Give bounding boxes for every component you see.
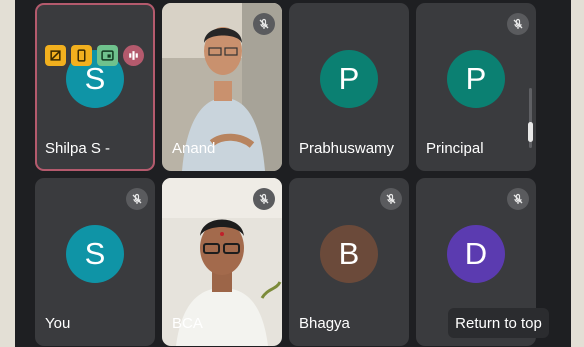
avatar: P — [320, 50, 378, 108]
participant-tile-prabhuswamy[interactable]: P Prabhuswamy — [289, 3, 409, 171]
host-controls-icon[interactable] — [45, 45, 66, 66]
cast-icon[interactable] — [97, 45, 118, 66]
mic-off-icon — [126, 188, 148, 210]
return-to-top-button[interactable]: Return to top — [448, 308, 549, 338]
avatar: P — [447, 50, 505, 108]
participant-name: You — [45, 315, 71, 332]
avatar: S — [66, 225, 124, 283]
participant-name: Bhagya — [299, 315, 350, 332]
participant-tile-anand[interactable]: Anand — [162, 3, 282, 171]
meeting-window: S Shilpa S - Anand P Prabhuswamy P Princ… — [15, 0, 571, 347]
participant-name: Prabhuswamy — [299, 140, 395, 157]
participant-name: Shilpa S - — [45, 140, 111, 157]
participant-tile-shilpa[interactable]: S Shilpa S - — [35, 3, 155, 171]
participant-tile-you[interactable]: S You — [35, 178, 155, 346]
avatar: D — [447, 225, 505, 283]
participant-tile-bhagya[interactable]: B Bhagya — [289, 178, 409, 346]
audio-level-icon — [123, 45, 144, 66]
participant-tile-bca[interactable]: BCA — [162, 178, 282, 346]
participant-name: Principal — [426, 140, 484, 157]
participant-name: Anand — [172, 140, 216, 157]
mic-off-icon — [507, 188, 529, 210]
scrollbar-thumb[interactable] — [528, 122, 533, 142]
mic-off-icon — [253, 13, 275, 35]
mic-off-icon — [380, 188, 402, 210]
participant-name: BCA — [172, 315, 203, 332]
status-badges — [45, 45, 144, 66]
avatar: B — [320, 225, 378, 283]
scrollbar[interactable] — [528, 88, 533, 148]
mic-off-icon — [253, 188, 275, 210]
phone-icon[interactable] — [71, 45, 92, 66]
mic-off-icon — [507, 13, 529, 35]
participant-tile-principal[interactable]: P Principal — [416, 3, 536, 171]
